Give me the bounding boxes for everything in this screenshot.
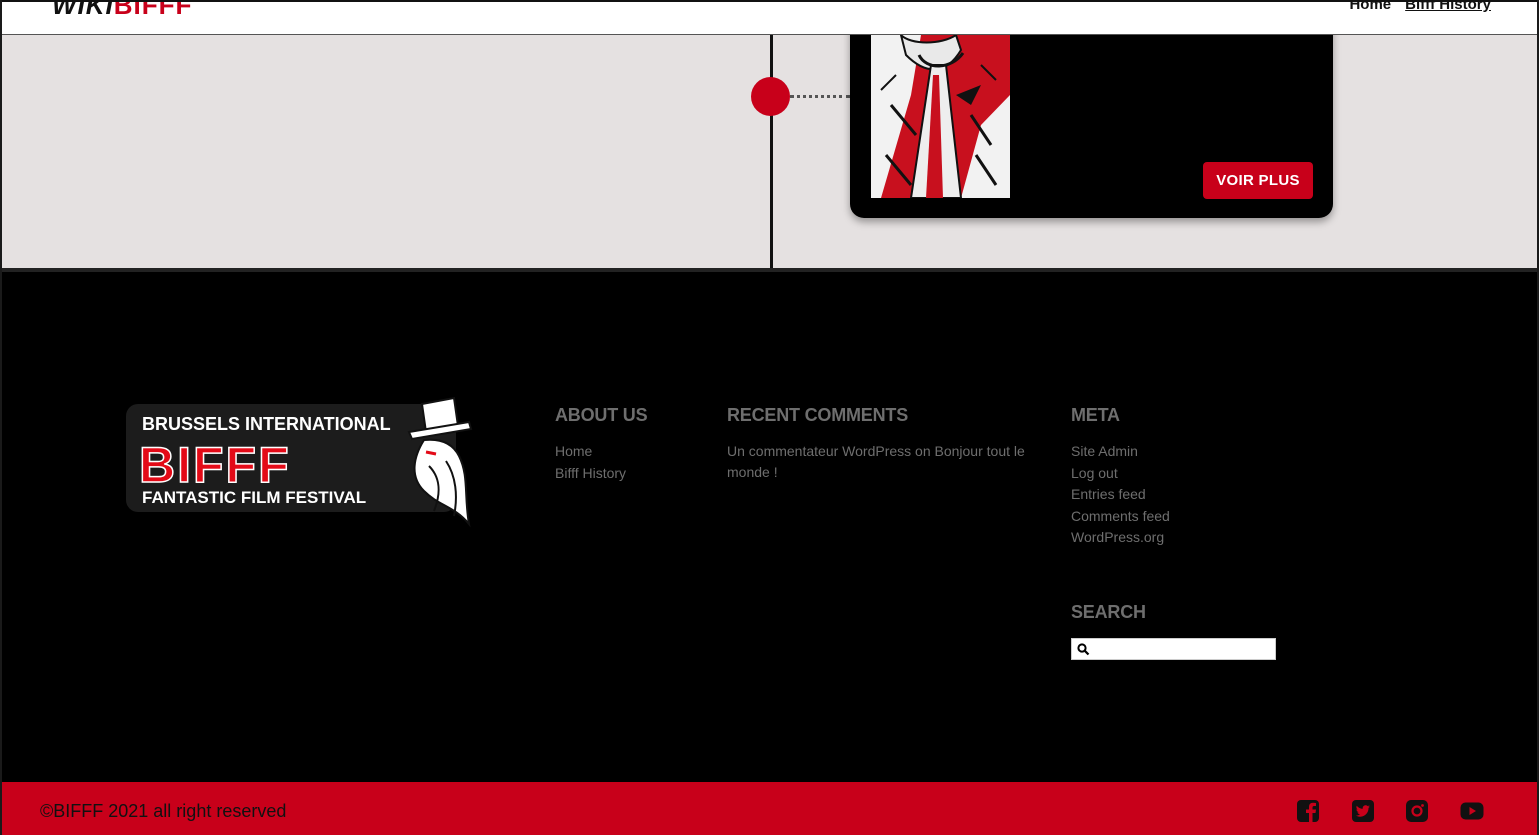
recent-comments-title: RECENT COMMENTS <box>727 405 908 425</box>
timeline-line <box>770 35 773 268</box>
meta-title: META <box>1071 405 1120 425</box>
timeline-dot <box>751 77 790 116</box>
logo-wiki-text: WIKI <box>52 0 114 20</box>
comment-connector: on <box>915 443 931 459</box>
search-form <box>1071 638 1276 660</box>
meta-link-item: Entries feed <box>1071 484 1170 506</box>
copyright-text: ©BIFFF 2021 all right reserved <box>40 801 287 821</box>
timeline-connector <box>790 95 850 98</box>
site-logo[interactable]: WIKIBIFFF <box>52 0 193 21</box>
instagram-icon[interactable] <box>1405 799 1429 823</box>
page: WIKIBIFFF Home Bifff History VOIR PLUS B… <box>0 0 1539 835</box>
about-us-title: ABOUT US <box>555 405 648 425</box>
bifff-festival-logo[interactable]: BRUSSELS INTERNATIONAL BIFFF FANTASTIC F… <box>124 396 474 536</box>
comment-author-link[interactable]: Un commentateur WordPress <box>727 443 911 459</box>
search-title: SEARCH <box>1071 602 1146 622</box>
poster-illustration <box>871 35 1010 198</box>
site-footer: BRUSSELS INTERNATIONAL BIFFF FANTASTIC F… <box>2 272 1537 782</box>
meta-link-comments-feed[interactable]: Comments feed <box>1071 508 1170 524</box>
footer-link-bifff-history[interactable]: Bifff History <box>555 465 626 481</box>
about-us-links: Home Bifff History <box>555 441 626 484</box>
meta-link-item: Comments feed <box>1071 506 1170 528</box>
nav-bifff-history[interactable]: Bifff History <box>1405 2 1491 13</box>
main-nav: Home Bifff History <box>1349 2 1491 13</box>
footer-link-home[interactable]: Home <box>555 443 592 459</box>
meta-link-log-out[interactable]: Log out <box>1071 465 1118 481</box>
twitter-icon[interactable] <box>1351 799 1375 823</box>
search-input[interactable] <box>1094 639 1272 659</box>
nav-home[interactable]: Home <box>1349 2 1391 13</box>
search-icon[interactable] <box>1077 643 1090 656</box>
meta-link-entries-feed[interactable]: Entries feed <box>1071 486 1146 502</box>
meta-link-item: Log out <box>1071 463 1170 485</box>
site-header: WIKIBIFFF Home Bifff History <box>2 0 1537 35</box>
poster-image <box>871 35 1010 198</box>
timeline-card: VOIR PLUS <box>850 35 1333 218</box>
meta-links: Site Admin Log out Entries feed Comments… <box>1071 441 1170 549</box>
logo-line1: BRUSSELS INTERNATIONAL <box>142 414 391 434</box>
bottom-bar: ©BIFFF 2021 all right reserved <box>2 782 1537 835</box>
youtube-icon[interactable] <box>1460 799 1484 823</box>
meta-link-item: WordPress.org <box>1071 527 1170 549</box>
meta-link-item: Site Admin <box>1071 441 1170 463</box>
logo-bifff-text: BIFFF <box>113 0 193 20</box>
meta-link-site-admin[interactable]: Site Admin <box>1071 443 1138 459</box>
logo-line2: BIFFF <box>139 437 291 493</box>
meta-link-wordpress-org[interactable]: WordPress.org <box>1071 529 1164 545</box>
facebook-icon[interactable] <box>1296 799 1320 823</box>
timeline-section: VOIR PLUS <box>2 35 1537 268</box>
recent-comment-item: Un commentateur WordPress on Bonjour tou… <box>727 441 1027 483</box>
about-link-item: Bifff History <box>555 463 626 485</box>
voir-plus-button[interactable]: VOIR PLUS <box>1203 162 1313 199</box>
about-link-item: Home <box>555 441 626 463</box>
logo-line3: FANTASTIC FILM FESTIVAL <box>142 488 366 507</box>
bifff-logo-graphic: BRUSSELS INTERNATIONAL BIFFF FANTASTIC F… <box>126 396 473 528</box>
